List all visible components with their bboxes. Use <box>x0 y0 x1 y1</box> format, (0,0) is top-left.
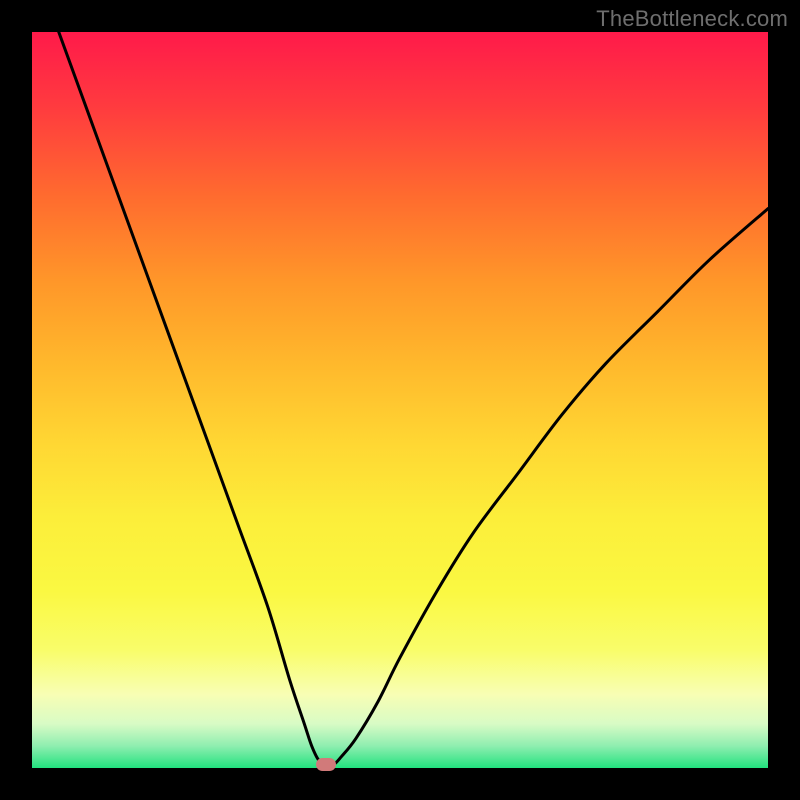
bottleneck-curve <box>32 32 768 768</box>
plot-area <box>32 32 768 768</box>
minimum-marker <box>316 758 336 771</box>
watermark-text: TheBottleneck.com <box>596 6 788 32</box>
chart-stage: TheBottleneck.com <box>0 0 800 800</box>
